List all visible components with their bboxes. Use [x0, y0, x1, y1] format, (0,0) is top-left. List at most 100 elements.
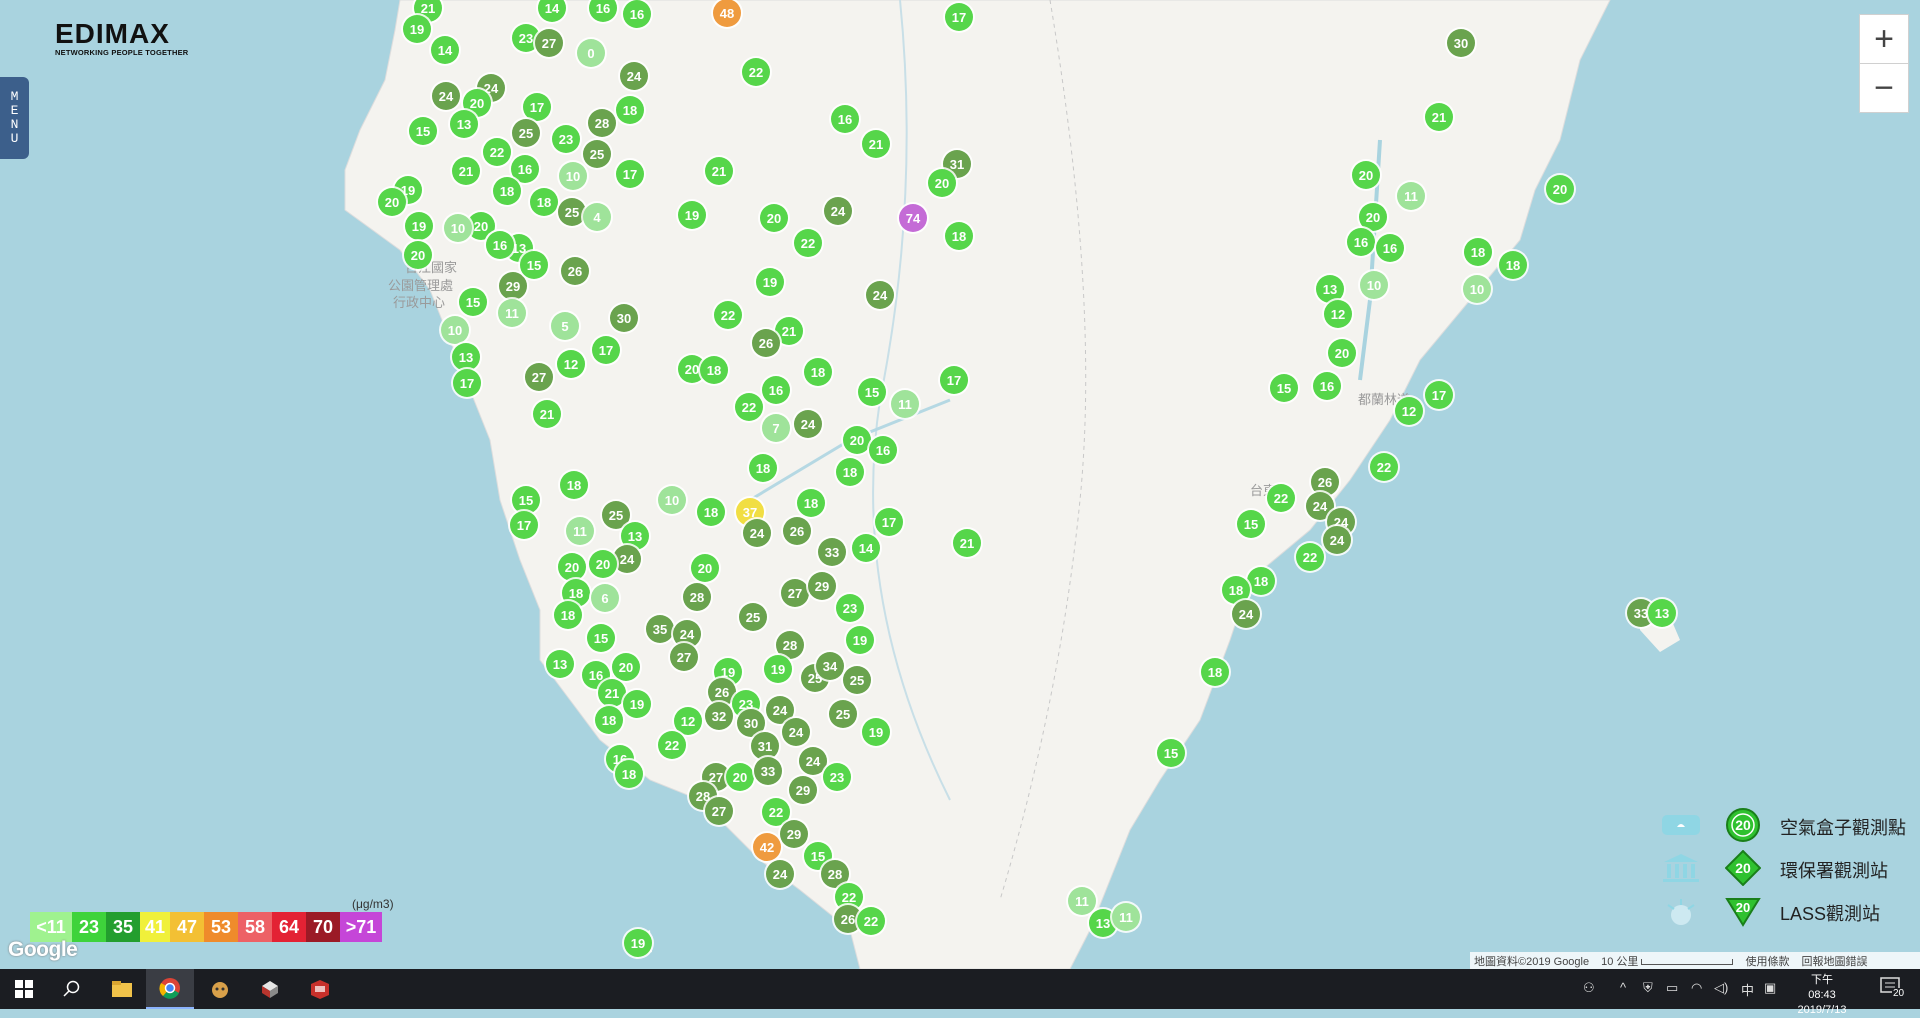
station-marker[interactable]: 18 [615, 760, 643, 788]
station-marker[interactable]: 18 [595, 706, 623, 734]
station-marker[interactable]: 18 [1464, 238, 1492, 266]
map-view[interactable]: 台江國家 公園管理處 行政中心 台東 都蘭林道 21 19 14 24 24 20 15 13… [0, 0, 1920, 969]
station-marker[interactable]: 16 [1376, 234, 1404, 262]
station-marker[interactable]: 20 [378, 188, 406, 216]
station-marker[interactable]: 21 [598, 679, 626, 707]
chrome-icon[interactable] [146, 969, 194, 1009]
station-marker[interactable]: 12 [674, 707, 702, 735]
station-marker[interactable]: 20 [589, 550, 617, 578]
station-marker[interactable]: 29 [499, 272, 527, 300]
station-marker[interactable]: 20 [691, 554, 719, 582]
station-marker[interactable]: 18 [1201, 658, 1229, 686]
station-marker[interactable]: 24 [620, 62, 648, 90]
station-marker[interactable]: 20 [928, 169, 956, 197]
station-marker[interactable]: 17 [616, 160, 644, 188]
station-marker[interactable]: 11 [1112, 903, 1140, 931]
menu-tab[interactable]: MENU [0, 77, 29, 159]
station-marker[interactable]: 25 [829, 700, 857, 728]
terms-link[interactable]: 使用條款 [1745, 953, 1789, 969]
station-marker[interactable]: 32 [705, 702, 733, 730]
station-marker[interactable]: 11 [1397, 182, 1425, 210]
station-marker[interactable]: 24 [743, 519, 771, 547]
station-marker[interactable]: 22 [1370, 453, 1398, 481]
station-marker[interactable]: 24 [824, 197, 852, 225]
station-marker[interactable]: 16 [1347, 228, 1375, 256]
station-marker[interactable]: 14 [852, 534, 880, 562]
station-marker[interactable]: 7 [762, 414, 790, 442]
station-marker[interactable]: 5 [551, 312, 579, 340]
station-marker[interactable]: 13 [450, 110, 478, 138]
station-marker[interactable]: 15 [520, 251, 548, 279]
station-marker[interactable]: 25 [583, 140, 611, 168]
station-marker[interactable]: 17 [592, 336, 620, 364]
station-marker[interactable]: 28 [683, 583, 711, 611]
station-marker[interactable]: 22 [857, 907, 885, 935]
station-marker[interactable]: 48 [713, 0, 741, 27]
station-marker[interactable]: 17 [1425, 381, 1453, 409]
station-marker[interactable]: 18 [749, 454, 777, 482]
station-marker[interactable]: 16 [831, 105, 859, 133]
station-marker[interactable]: 21 [862, 130, 890, 158]
station-marker[interactable]: 15 [459, 288, 487, 316]
station-marker[interactable]: 10 [559, 162, 587, 190]
station-marker[interactable]: 31 [751, 732, 779, 760]
station-marker[interactable]: 33 [754, 757, 782, 785]
station-marker[interactable]: 16 [1313, 372, 1341, 400]
station-marker[interactable]: 27 [525, 363, 553, 391]
station-marker[interactable]: 25 [739, 603, 767, 631]
station-marker[interactable]: 25 [843, 666, 871, 694]
station-marker[interactable]: 35 [646, 615, 674, 643]
station-marker[interactable]: 0 [577, 39, 605, 67]
station-marker[interactable]: 6 [591, 584, 619, 612]
station-marker[interactable]: 20 [404, 241, 432, 269]
station-marker[interactable]: 26 [561, 257, 589, 285]
station-marker[interactable]: 24 [794, 410, 822, 438]
station-marker[interactable]: 20 [760, 204, 788, 232]
station-marker[interactable]: 18 [1247, 567, 1275, 595]
app-box-icon[interactable] [296, 969, 344, 1009]
station-marker[interactable]: 24 [866, 281, 894, 309]
station-marker[interactable]: 15 [1237, 510, 1265, 538]
zoom-out-button[interactable]: − [1859, 63, 1909, 113]
station-marker[interactable]: 25 [558, 198, 586, 226]
station-marker[interactable]: 30 [1447, 29, 1475, 57]
station-marker[interactable]: 18 [1499, 251, 1527, 279]
station-marker[interactable]: 19 [678, 201, 706, 229]
station-marker[interactable]: 19 [764, 655, 792, 683]
station-marker[interactable]: 22 [483, 138, 511, 166]
station-marker[interactable]: 29 [789, 776, 817, 804]
station-marker[interactable]: 34 [816, 652, 844, 680]
station-marker[interactable]: 13 [452, 343, 480, 371]
battery-icon[interactable]: ▭ [1666, 980, 1678, 996]
station-marker[interactable]: 20 [843, 426, 871, 454]
station-marker[interactable]: 21 [953, 529, 981, 557]
station-marker[interactable]: 22 [658, 731, 686, 759]
station-marker[interactable]: 21 [705, 157, 733, 185]
station-marker[interactable]: 24 [782, 718, 810, 746]
station-marker[interactable]: 28 [588, 109, 616, 137]
file-explorer-icon[interactable] [98, 969, 146, 1009]
station-marker[interactable]: 11 [566, 517, 594, 545]
station-marker[interactable]: 10 [441, 316, 469, 344]
wifi-icon[interactable]: ◠ [1691, 980, 1702, 996]
station-marker[interactable]: 15 [1270, 374, 1298, 402]
station-marker[interactable]: 30 [610, 304, 638, 332]
station-marker[interactable]: 19 [405, 212, 433, 240]
station-marker[interactable]: 18 [804, 358, 832, 386]
station-marker[interactable]: 29 [780, 820, 808, 848]
station-marker[interactable]: 19 [846, 626, 874, 654]
app-fox-icon[interactable] [196, 969, 244, 1009]
station-marker[interactable]: 10 [444, 214, 472, 242]
station-marker[interactable]: 22 [714, 301, 742, 329]
station-marker[interactable]: 20 [1546, 175, 1574, 203]
station-marker[interactable]: 19 [624, 929, 652, 957]
security-icon[interactable]: ⛨ [1643, 980, 1653, 996]
station-marker[interactable]: 18 [493, 177, 521, 205]
station-marker[interactable]: 17 [940, 366, 968, 394]
station-marker[interactable]: 18 [697, 498, 725, 526]
station-marker[interactable]: 21 [533, 400, 561, 428]
station-marker[interactable]: 26 [783, 517, 811, 545]
station-marker[interactable]: 17 [875, 508, 903, 536]
station-marker[interactable]: 42 [753, 833, 781, 861]
station-marker[interactable]: 13 [1316, 275, 1344, 303]
